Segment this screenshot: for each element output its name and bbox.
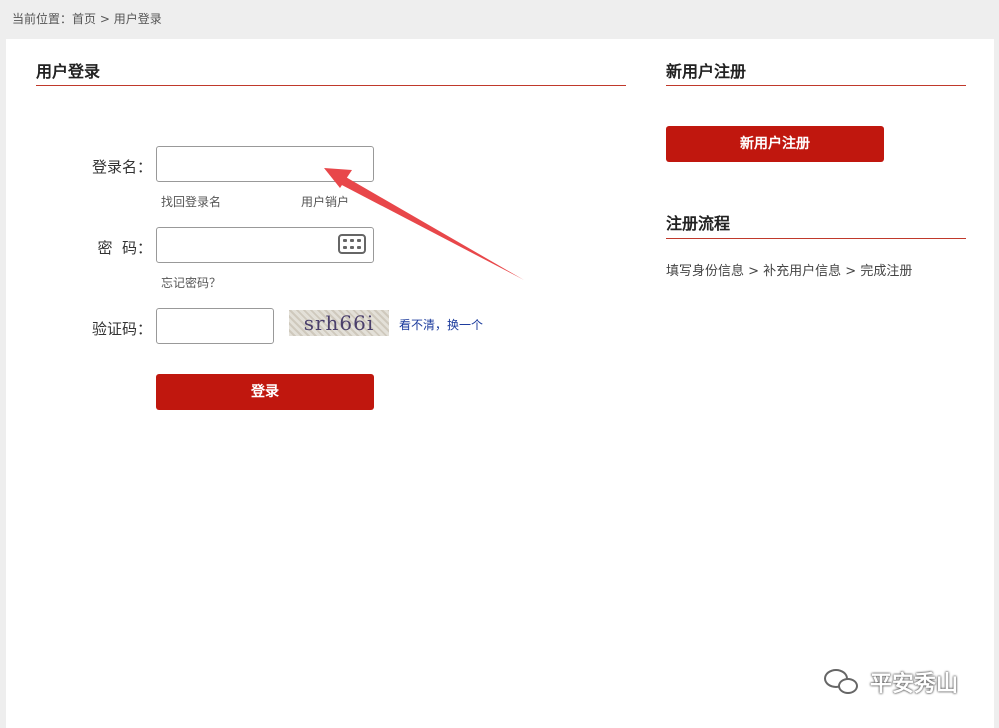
captcha-label: 验证码： — [91, 320, 152, 338]
login-title-rule — [36, 85, 626, 86]
cancel-account-link[interactable]: 用户销户 — [301, 193, 349, 210]
register-section-title: 新用户注册 — [666, 62, 747, 81]
breadcrumb-current: 用户登录 — [113, 12, 162, 26]
forgot-password-link[interactable]: 忘记密码？ — [161, 274, 221, 291]
login-button[interactable]: 登录 — [156, 374, 374, 410]
virtual-keyboard-icon[interactable] — [338, 234, 366, 254]
captcha-image[interactable]: srh66i — [289, 310, 389, 336]
login-section-title: 用户登录 — [36, 62, 101, 81]
username-input[interactable] — [156, 146, 374, 182]
process-section-title: 注册流程 — [666, 214, 731, 233]
captcha-input[interactable] — [156, 308, 274, 344]
register-title-rule — [666, 85, 966, 86]
breadcrumb-prefix: 当前位置： — [12, 12, 73, 26]
password-label: 密 码： — [97, 239, 152, 257]
breadcrumb: 当前位置：首页 > 用户登录 — [12, 10, 162, 27]
breadcrumb-home-link[interactable]: 首页 — [72, 12, 96, 26]
refresh-captcha-link[interactable]: 看不清，换一个 — [399, 316, 483, 333]
breadcrumb-separator: > — [96, 12, 114, 26]
registration-steps: 填写身份信息 > 补充用户信息 > 完成注册 — [666, 264, 913, 279]
find-username-link[interactable]: 找回登录名 — [161, 193, 221, 210]
watermark: 平安秀山 — [822, 666, 958, 698]
wechat-icon — [822, 667, 862, 697]
watermark-text: 平安秀山 — [870, 672, 959, 697]
register-button[interactable]: 新用户注册 — [666, 126, 884, 162]
username-label: 登录名： — [91, 158, 152, 176]
process-title-rule — [666, 238, 966, 239]
